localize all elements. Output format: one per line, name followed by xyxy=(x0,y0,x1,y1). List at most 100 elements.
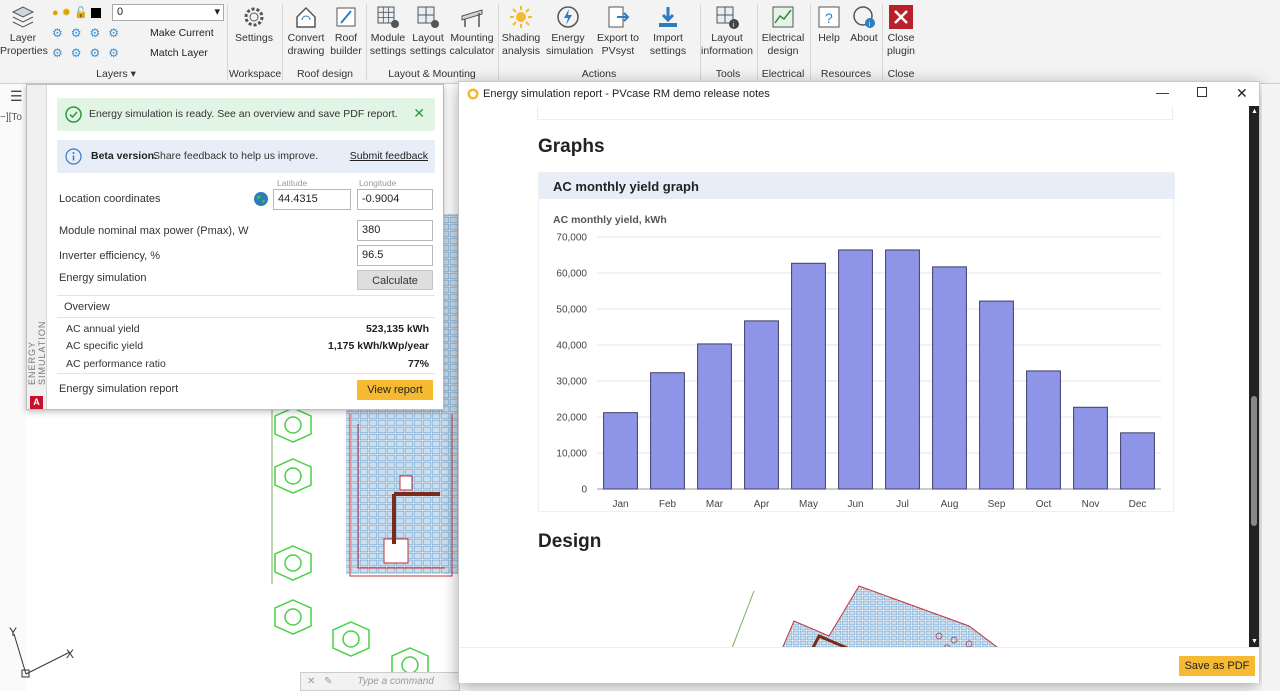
layer-properties-button[interactable]: Layer Properties xyxy=(0,4,48,58)
minimize-icon[interactable]: — xyxy=(1156,85,1169,100)
bar xyxy=(603,412,638,490)
design-heading: Design xyxy=(538,531,602,552)
bar xyxy=(1120,432,1155,490)
success-message: Energy simulation is ready. See an overv… xyxy=(89,108,398,120)
background-app-edge xyxy=(1262,84,1280,691)
about-info-icon: i xyxy=(853,6,875,28)
help-button[interactable]: ? Help xyxy=(810,4,848,45)
svg-text:X: X xyxy=(66,647,74,661)
layer-dropdown[interactable]: 0 ▾ xyxy=(112,4,224,21)
y-tick-label: 0 xyxy=(581,485,587,496)
scroll-down-arrow[interactable]: ▼ xyxy=(1251,638,1258,645)
convert-drawing-button[interactable]: Convert drawing xyxy=(284,4,328,58)
export-pvsyst-button[interactable]: Export to PVsyst xyxy=(594,4,642,58)
y-tick-label: 60,000 xyxy=(556,269,587,280)
overview-divider xyxy=(57,317,435,318)
view-report-button[interactable]: View report xyxy=(357,380,433,400)
x-tick-label: Sep xyxy=(988,499,1006,510)
annual-yield-value: 523,135 kWh xyxy=(365,323,429,335)
y-tick-label: 70,000 xyxy=(556,233,587,244)
layer-tool-icons-row2[interactable]: ⚙⚙⚙⚙ xyxy=(52,46,127,60)
report-content[interactable]: Graphs AC monthly yield graph AC monthly… xyxy=(459,106,1249,647)
layer-dropdown-value: 0 xyxy=(117,6,124,18)
command-wrench-icon[interactable]: ✎ xyxy=(324,676,332,687)
success-banner: Energy simulation is ready. See an overv… xyxy=(57,98,435,131)
svg-text:Y: Y xyxy=(9,625,17,639)
bar xyxy=(932,266,967,490)
beta-banner: Beta version. Share feedback to help us … xyxy=(57,140,435,173)
scroll-thumb[interactable] xyxy=(1251,396,1257,526)
globe-icon[interactable] xyxy=(253,191,269,207)
module-settings-button[interactable]: Module settings xyxy=(366,4,410,58)
export-file-icon xyxy=(608,6,630,28)
electrical-design-button[interactable]: Electrical design xyxy=(760,4,806,58)
longitude-caption: Longitude xyxy=(359,178,397,188)
x-tick-label: Oct xyxy=(1036,499,1052,510)
dismiss-banner-icon[interactable]: ✕ xyxy=(413,105,425,122)
make-current-button[interactable]: Make Current xyxy=(150,27,214,39)
autocad-logo-icon: A xyxy=(30,396,43,409)
mounting-calculator-button[interactable]: Mounting calculator xyxy=(449,4,495,58)
layout-settings-button[interactable]: Layout settings xyxy=(406,4,450,58)
import-settings-button[interactable]: Import settings xyxy=(644,4,692,58)
command-line[interactable]: ✕ ✎ Type a command xyxy=(300,672,460,691)
layer-tool-icons-row1[interactable]: ⚙⚙⚙⚙ xyxy=(52,26,127,40)
layer-stack-icon xyxy=(11,6,35,28)
pmax-label: Module nominal max power (Pmax), W xyxy=(59,225,249,237)
overview-section: Overview AC annual yield 523,135 kWh AC … xyxy=(57,295,435,375)
x-tick-label: May xyxy=(799,499,818,510)
energy-simulation-label: Energy simulation xyxy=(59,272,147,284)
annual-yield-label: AC annual yield xyxy=(66,323,140,335)
x-tick-label: Jul xyxy=(896,499,909,510)
mounting-table-icon xyxy=(461,9,483,27)
roof-builder-button[interactable]: Roof builder xyxy=(324,4,368,58)
shading-analysis-button[interactable]: Shading analysis xyxy=(499,4,543,58)
layer-state-icons[interactable]: ● ✹ 🔓 xyxy=(52,6,101,19)
panel-side-title: ENERGY SIMULATION xyxy=(27,320,47,385)
group-label-close: Close xyxy=(887,68,915,80)
x-tick-label: Dec xyxy=(1129,499,1147,510)
pmax-input[interactable]: 380 xyxy=(357,220,433,241)
command-input[interactable]: Type a command xyxy=(357,676,434,687)
ribbon: Layer Properties ● ✹ 🔓 0 ▾ ⚙⚙⚙⚙ Make Cur… xyxy=(0,0,1280,84)
about-button[interactable]: i About xyxy=(846,4,882,45)
bar xyxy=(885,249,920,490)
report-scrollbar[interactable]: ▲ ▼ xyxy=(1249,106,1259,647)
maximize-icon[interactable] xyxy=(1197,87,1207,97)
svg-text:?: ? xyxy=(825,10,833,26)
latitude-input[interactable]: 44.4315 xyxy=(273,189,351,210)
sun-icon xyxy=(510,6,532,28)
command-close-icon[interactable]: ✕ xyxy=(307,676,315,687)
inverter-input[interactable]: 96.5 xyxy=(357,245,433,266)
close-plugin-button[interactable]: Close plugin xyxy=(880,4,922,58)
group-label-electrical: Electrical xyxy=(761,68,805,80)
group-label-layout: Layout & Mounting xyxy=(388,68,476,80)
graph-card-header: AC monthly yield graph xyxy=(539,173,1175,199)
match-layer-button[interactable]: Match Layer xyxy=(150,47,208,59)
electrical-chart-icon xyxy=(772,6,794,28)
info-grid-icon: i xyxy=(716,6,739,29)
group-label-tools: Tools xyxy=(715,68,741,80)
x-tick-label: Jan xyxy=(612,499,628,510)
group-label-workspace: Workspace xyxy=(228,68,282,80)
window-close-icon[interactable]: ✕ xyxy=(1236,85,1248,102)
submit-feedback-link[interactable]: Submit feedback xyxy=(350,150,428,162)
bar xyxy=(838,249,873,490)
ac-monthly-yield-chart: AC monthly yield, kWh 0 10,000 20,000 30,000… xyxy=(553,214,1161,510)
y-tick-label: 40,000 xyxy=(556,341,587,352)
settings-button[interactable]: Settings xyxy=(232,4,276,45)
previous-section-card xyxy=(537,106,1173,120)
calculate-button[interactable]: Calculate xyxy=(357,270,433,290)
longitude-input[interactable]: -0.9004 xyxy=(357,189,433,210)
layout-information-button[interactable]: i Layout information xyxy=(700,4,754,58)
report-title-bar[interactable]: Energy simulation report - PVcase RM dem… xyxy=(459,82,1259,106)
pencil-roof-icon xyxy=(336,7,356,27)
y-tick-label: 30,000 xyxy=(556,377,587,388)
group-label-layers[interactable]: Layers ▾ xyxy=(86,68,146,80)
energy-simulation-button[interactable]: Energy simulation xyxy=(546,4,593,58)
x-tick-label: Nov xyxy=(1082,499,1100,510)
save-pdf-button[interactable]: Save as PDF xyxy=(1179,656,1255,676)
scroll-up-arrow[interactable]: ▲ xyxy=(1251,108,1258,115)
report-divider xyxy=(57,373,435,374)
help-question-icon: ? xyxy=(818,6,840,28)
